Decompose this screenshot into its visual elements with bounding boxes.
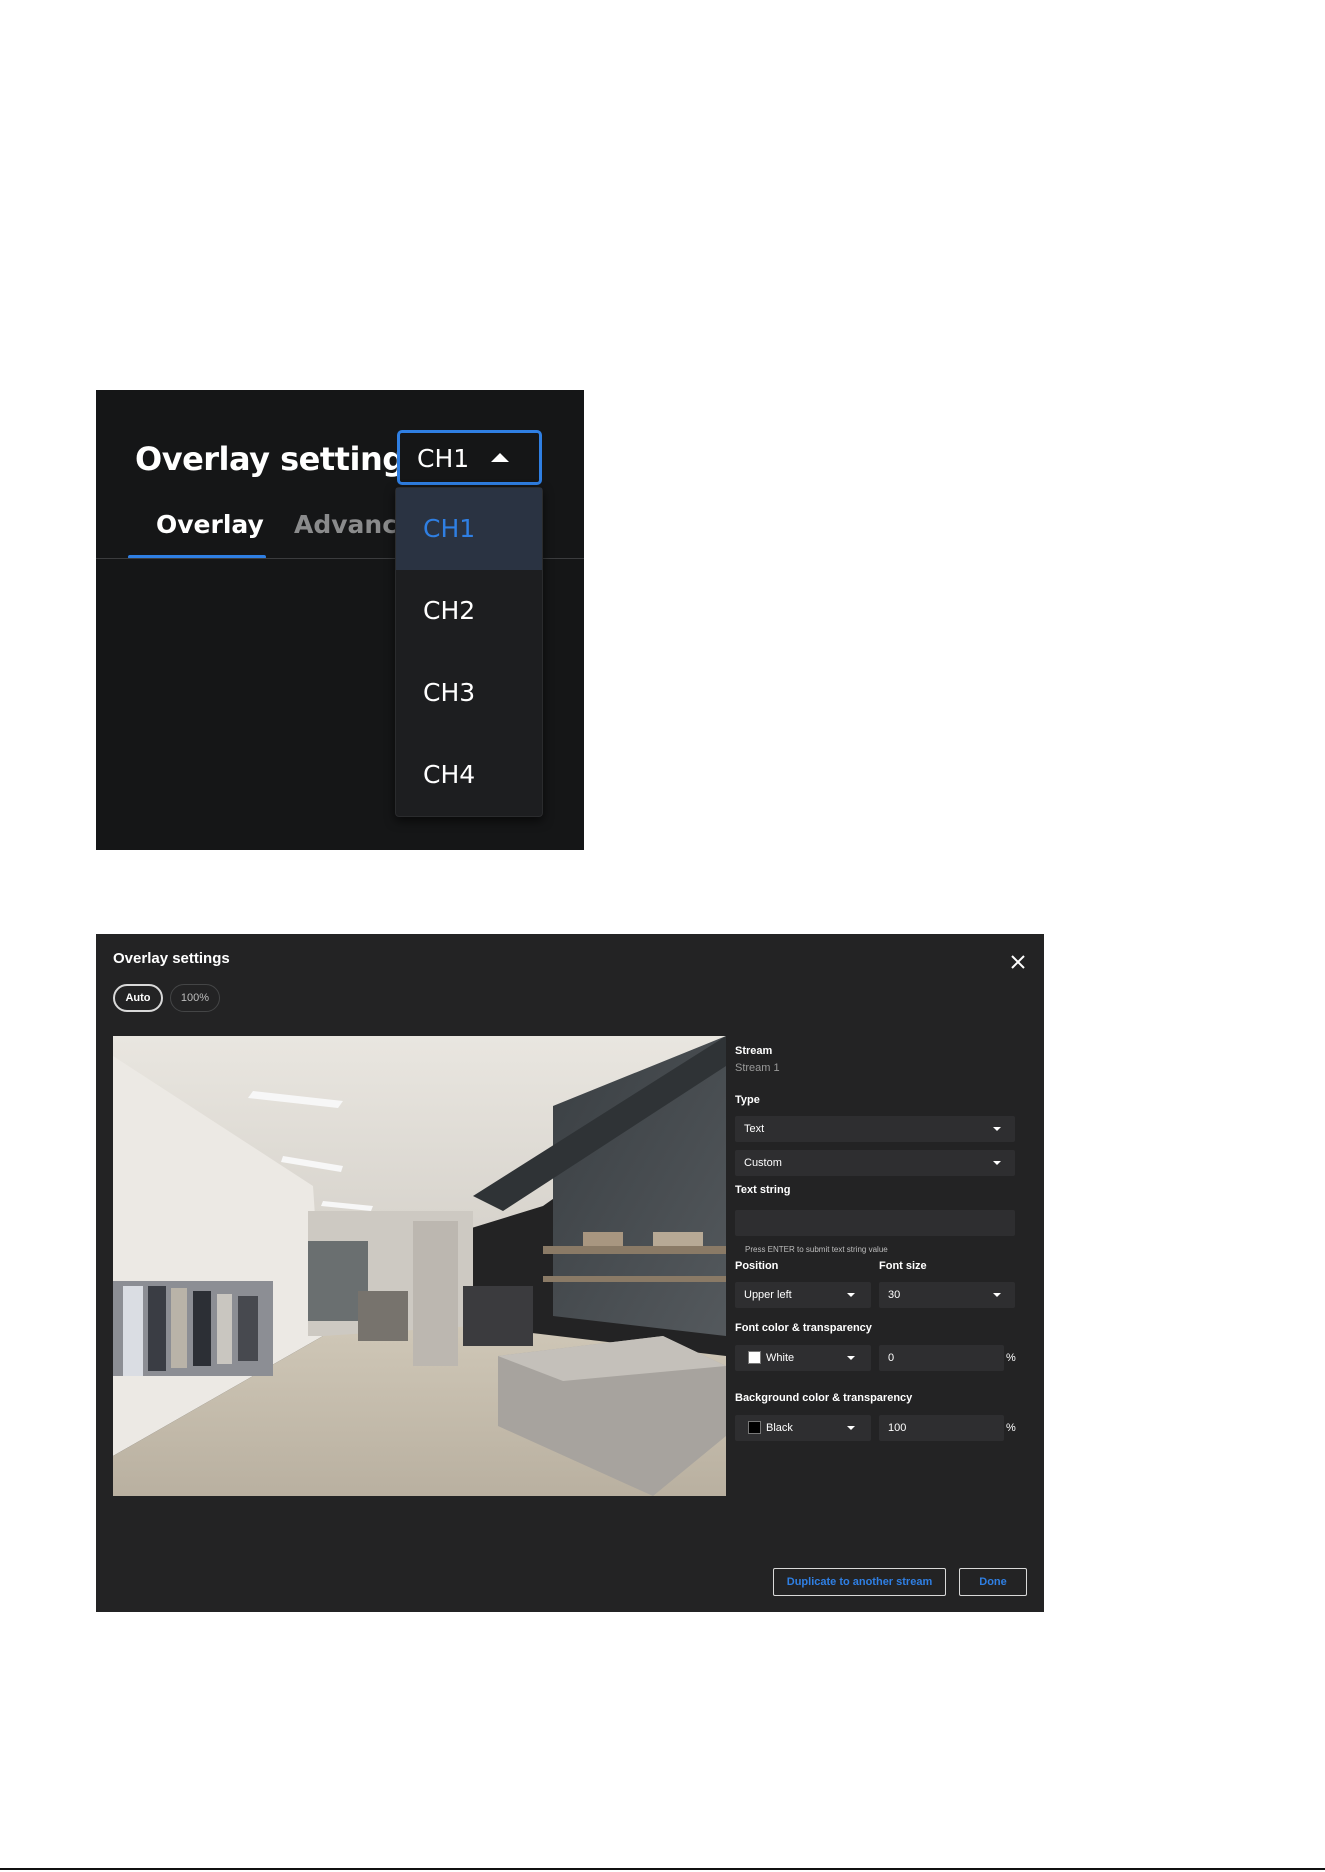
font-size-select[interactable]: 30 — [879, 1282, 1015, 1308]
menu-item-ch1[interactable]: CH1 — [396, 488, 542, 570]
menu-item-ch2[interactable]: CH2 — [396, 570, 542, 652]
text-string-hint: Press ENTER to submit text string value — [745, 1245, 888, 1254]
text-string-label: Text string — [735, 1184, 791, 1196]
background-color-label: Background color & transparency — [735, 1392, 913, 1404]
channel-select[interactable]: CH1 — [397, 430, 542, 485]
chevron-down-icon — [993, 1293, 1001, 1297]
background-transparency-unit: % — [1006, 1422, 1016, 1434]
type-select-value: Text — [744, 1123, 765, 1135]
duplicate-stream-button[interactable]: Duplicate to another stream — [773, 1568, 946, 1596]
text-type-select-value: Custom — [744, 1157, 782, 1169]
tab-overlay[interactable]: Overlay — [156, 510, 264, 539]
page-footer-rule — [0, 1868, 1325, 1870]
stream-value: Stream 1 — [735, 1062, 780, 1074]
dialog-title: Overlay settings — [113, 950, 230, 967]
font-color-select[interactable]: White — [735, 1345, 871, 1371]
chevron-down-icon — [847, 1356, 855, 1360]
font-color-label: Font color & transparency — [735, 1322, 872, 1334]
font-size-select-value: 30 — [888, 1289, 901, 1301]
font-transparency-input[interactable]: 0 — [879, 1345, 1004, 1371]
background-color-name: Black — [766, 1422, 793, 1434]
menu-item-ch3[interactable]: CH3 — [396, 652, 542, 734]
font-transparency-unit: % — [1006, 1352, 1016, 1364]
chevron-up-icon — [491, 453, 509, 462]
close-icon[interactable] — [1007, 951, 1029, 973]
position-select[interactable]: Upper left — [735, 1282, 871, 1308]
channel-dropdown-panel: Overlay settings CH1 Overlay Advanced CH… — [96, 390, 584, 850]
stream-label: Stream — [735, 1045, 773, 1057]
chevron-down-icon — [993, 1161, 1001, 1165]
background-color-swatch — [748, 1420, 761, 1434]
type-label: Type — [735, 1094, 760, 1106]
position-label: Position — [735, 1260, 779, 1272]
camera-preview-image — [113, 1036, 726, 1496]
chevron-down-icon — [847, 1293, 855, 1297]
text-type-select[interactable]: Custom — [735, 1150, 1015, 1176]
text-string-input[interactable] — [735, 1210, 1015, 1236]
font-size-label: Font size — [879, 1260, 927, 1272]
actual-size-button[interactable]: 100% — [170, 984, 220, 1012]
position-select-value: Upper left — [744, 1289, 792, 1301]
channel-select-value: CH1 — [417, 444, 470, 473]
chevron-down-icon — [847, 1426, 855, 1430]
background-transparency-input[interactable]: 100 — [879, 1415, 1004, 1441]
menu-item-ch4[interactable]: CH4 — [396, 734, 542, 816]
panel-title: Overlay settings — [135, 440, 424, 478]
chevron-down-icon — [993, 1127, 1001, 1131]
auto-zoom-button[interactable]: Auto — [113, 984, 163, 1012]
background-color-select[interactable]: Black — [735, 1415, 871, 1441]
channel-menu: CH1 CH2 CH3 CH4 — [395, 487, 543, 817]
font-color-name: White — [766, 1352, 795, 1364]
done-button[interactable]: Done — [959, 1568, 1027, 1596]
font-color-swatch — [748, 1350, 761, 1364]
overlay-settings-dialog: Overlay settings Auto 100% Stream Stream… — [96, 934, 1044, 1612]
type-select[interactable]: Text — [735, 1116, 1015, 1142]
